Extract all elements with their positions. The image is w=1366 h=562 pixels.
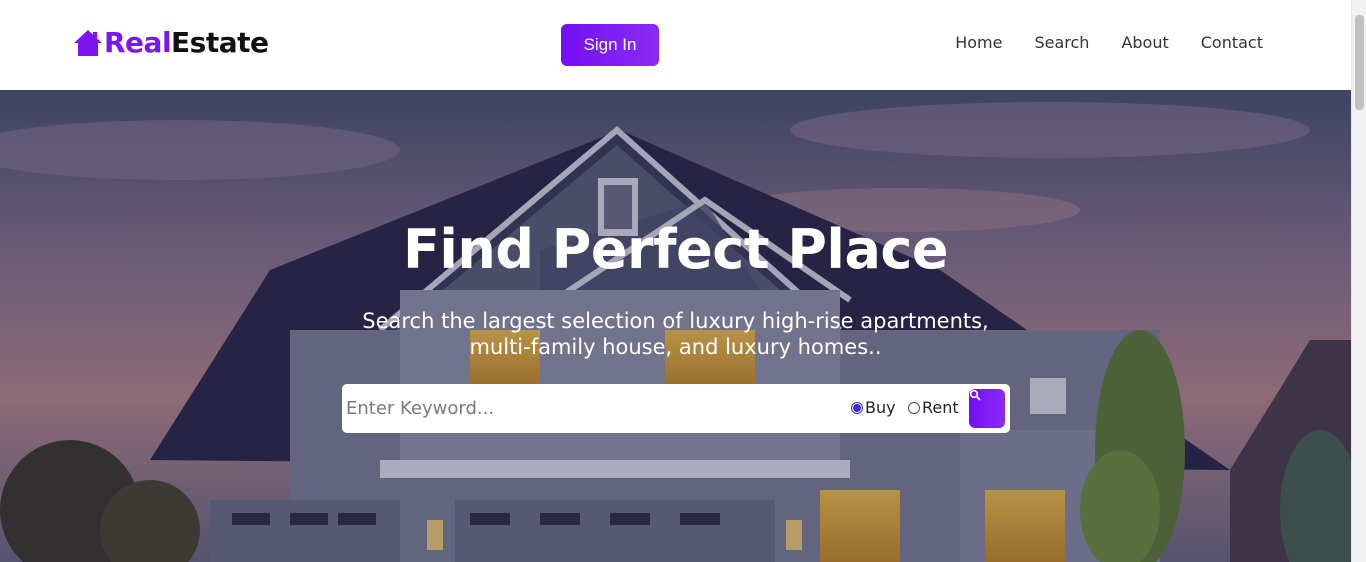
brand-name-part1: Real: [104, 26, 172, 59]
hero-title: Find Perfect Place: [402, 218, 949, 281]
header: RealEstate Sign In Home Search About Con…: [0, 0, 1351, 90]
hero-subtitle-line2: multi-family house, and luxury homes..: [469, 335, 882, 359]
nav-contact[interactable]: Contact: [1201, 33, 1263, 52]
radio-buy-button[interactable]: [851, 401, 863, 414]
search-button[interactable]: [969, 389, 1005, 428]
radio-rent[interactable]: Rent: [908, 398, 959, 417]
brand-name: RealEstate: [104, 26, 269, 59]
nav-about[interactable]: About: [1121, 33, 1168, 52]
brand-logo[interactable]: RealEstate: [73, 26, 269, 59]
search-input[interactable]: [346, 392, 836, 425]
house-icon: [74, 29, 102, 56]
radio-buy-label[interactable]: Buy: [865, 398, 896, 417]
radio-buy[interactable]: Buy: [851, 398, 896, 417]
nav-home[interactable]: Home: [955, 33, 1002, 52]
hero-subtitle: Search the largest selection of luxury h…: [0, 308, 1351, 360]
brand-name-part2: Estate: [171, 26, 269, 59]
radio-rent-button[interactable]: [908, 401, 920, 414]
hero-subtitle-line1: Search the largest selection of luxury h…: [362, 309, 989, 333]
scrollbar-thumb[interactable]: [1355, 15, 1364, 110]
search-icon: [969, 389, 981, 401]
page-scrollbar[interactable]: [1351, 0, 1366, 562]
nav-search[interactable]: Search: [1034, 33, 1089, 52]
radio-rent-label[interactable]: Rent: [922, 398, 959, 417]
search-box: Buy Rent: [342, 384, 1010, 433]
main-nav: Home Search About Contact: [923, 33, 1263, 52]
hero-section: Find Perfect Place Search the largest se…: [0, 90, 1351, 562]
sign-in-button[interactable]: Sign In: [561, 24, 659, 66]
